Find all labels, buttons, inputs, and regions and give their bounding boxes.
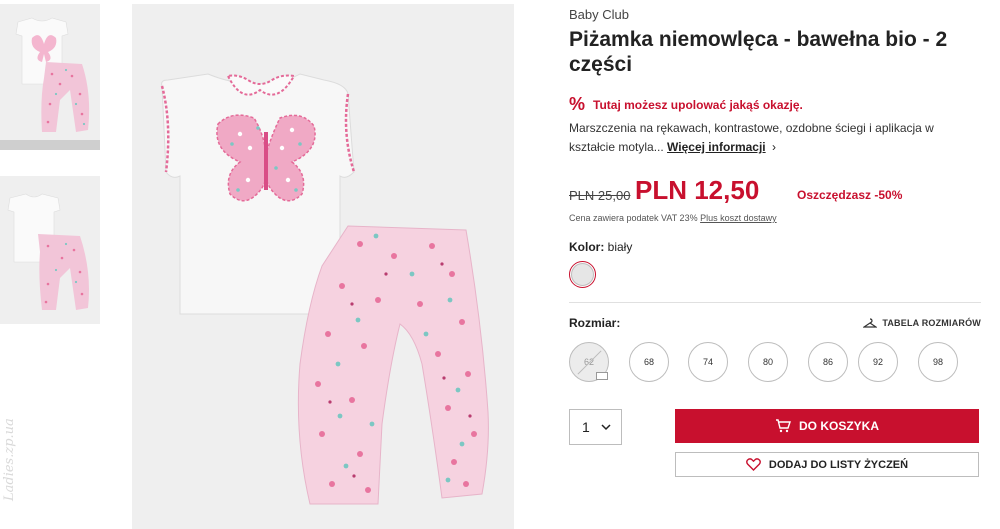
size-option-label: 74 bbox=[702, 357, 713, 367]
swatch-fill bbox=[571, 263, 594, 286]
heart-icon bbox=[746, 458, 761, 471]
size-table-link[interactable]: TABELA ROZMIARÓW bbox=[863, 318, 981, 328]
divider bbox=[569, 302, 981, 303]
quantity-select[interactable]: 1 bbox=[569, 409, 622, 445]
size-option-86[interactable]: 86 bbox=[808, 342, 848, 382]
size-option-98[interactable]: 98 bbox=[918, 342, 958, 382]
old-price: PLN 25,00 bbox=[569, 188, 631, 203]
price-block: PLN 25,00 PLN 12,50 Oszczędzasz -50% bbox=[569, 172, 981, 206]
shipping-cost-link[interactable]: Plus koszt dostawy bbox=[700, 213, 777, 223]
product-title: Piżamka niemowlęca - bawełna bio - 2 czę… bbox=[569, 28, 948, 76]
vat-text: Cena zawiera podatek VAT 23% bbox=[569, 213, 698, 223]
size-option-74[interactable]: 74 bbox=[688, 342, 728, 382]
size-option-92[interactable]: 92 bbox=[858, 342, 898, 382]
brand-name[interactable]: Baby Club bbox=[569, 7, 629, 22]
size-table-label: TABELA ROZMIARÓW bbox=[882, 318, 981, 328]
color-label-title: Kolor: bbox=[569, 240, 605, 254]
size-option-label: 86 bbox=[822, 357, 833, 367]
size-option-80[interactable]: 80 bbox=[748, 342, 788, 382]
size-option-label: 68 bbox=[643, 357, 654, 367]
thumbnail-back-image bbox=[0, 176, 100, 324]
unavailable-slash bbox=[577, 350, 602, 375]
sale-price: PLN 12,50 bbox=[635, 175, 760, 205]
envelope-icon bbox=[596, 372, 608, 380]
watermark: Ladies.zp.ua bbox=[2, 418, 17, 502]
vat-info: Cena zawiera podatek VAT 23% Plus koszt … bbox=[569, 213, 777, 223]
savings-label: Oszczędzasz -50% bbox=[797, 188, 903, 202]
hanger-icon bbox=[863, 318, 878, 328]
add-to-wishlist-label: DODAJ DO LISTY ŻYCZEŃ bbox=[768, 458, 909, 471]
color-label: Kolor: biały bbox=[569, 240, 632, 254]
product-description: Marszczenia na rękawach, kontrastowe, oz… bbox=[569, 119, 969, 157]
color-swatch-white[interactable] bbox=[569, 261, 596, 288]
size-option-label: 80 bbox=[762, 357, 773, 367]
thumbnail-front-image bbox=[0, 4, 100, 140]
size-label: Rozmiar: bbox=[569, 316, 621, 330]
color-value: biały bbox=[607, 240, 633, 254]
add-to-cart-label: DO KOSZYKA bbox=[798, 419, 879, 433]
chevron-right-icon: › bbox=[771, 140, 776, 154]
add-to-wishlist-button[interactable]: DODAJ DO LISTY ŻYCZEŃ bbox=[675, 452, 979, 477]
size-option-label: 92 bbox=[872, 357, 883, 367]
promo-text: Tutaj możesz upolować jakąś okazję. bbox=[593, 97, 803, 112]
promo-banner: % Tutaj możesz upolować jakąś okazję. bbox=[569, 94, 803, 115]
cart-icon bbox=[775, 419, 791, 433]
thumbnail-front[interactable] bbox=[0, 4, 100, 140]
size-option-68[interactable]: 68 bbox=[629, 342, 669, 382]
size-option-label: 98 bbox=[932, 357, 943, 367]
add-to-cart-button[interactable]: DO KOSZYKA bbox=[675, 409, 979, 443]
product-main-image[interactable] bbox=[132, 4, 514, 529]
more-info-link[interactable]: Więcej informacji bbox=[667, 140, 766, 154]
thumbnail-active-indicator bbox=[0, 140, 100, 150]
product-photo bbox=[132, 4, 514, 529]
quantity-value: 1 bbox=[582, 419, 590, 435]
size-option-62[interactable]: 62 bbox=[569, 342, 609, 382]
percent-icon: % bbox=[569, 94, 586, 114]
chevron-down-icon bbox=[601, 423, 611, 430]
thumbnail-back[interactable] bbox=[0, 176, 100, 324]
